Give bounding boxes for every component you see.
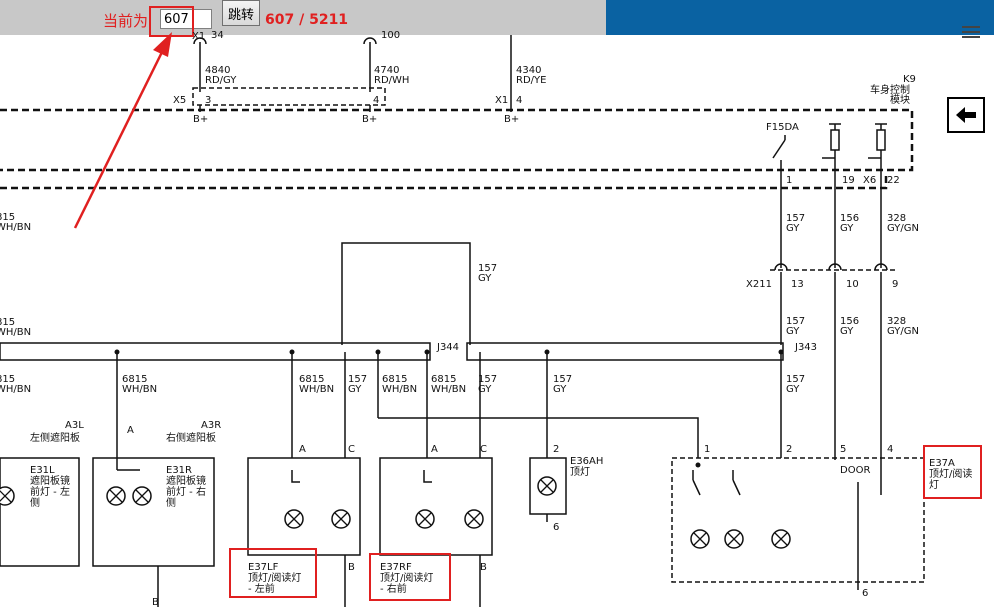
e37a-l1: 顶灯/阅读 bbox=[929, 467, 972, 480]
e37lf-id: E37LF bbox=[248, 562, 279, 573]
x211-label: X211 bbox=[746, 279, 772, 290]
pin-6-b: 6 bbox=[862, 588, 868, 599]
pin-b-3: B bbox=[152, 597, 159, 607]
x211-pin10: 10 bbox=[846, 279, 859, 290]
pin-5-b: 5 bbox=[840, 444, 846, 455]
lw-3-color: WH/BN bbox=[382, 384, 417, 395]
x5-label: X5 bbox=[173, 95, 186, 106]
e37rf-l1: 顶灯/阅读灯 bbox=[380, 571, 433, 584]
x211-pin9: 9 bbox=[892, 279, 898, 290]
bplus-label-2: B+ bbox=[362, 114, 377, 125]
e37a-l2: 灯 bbox=[929, 479, 939, 491]
pin-2-b: 2 bbox=[786, 444, 792, 455]
wire-gy-c: GY bbox=[786, 326, 800, 337]
annotation-arrow bbox=[73, 32, 172, 229]
lw-6-color: GY bbox=[553, 384, 567, 395]
lw-1-color: WH/BN bbox=[299, 384, 334, 395]
pin-b-1: B bbox=[348, 562, 355, 573]
a3r-id: A3R bbox=[201, 420, 221, 431]
lw-4-color: WH/BN bbox=[431, 384, 466, 395]
e37lf-l2: - 左前 bbox=[248, 582, 275, 595]
pin-100-label: 100 bbox=[381, 30, 400, 41]
center-wire-color: GY bbox=[478, 273, 492, 284]
bcm-pin1: 1 bbox=[786, 175, 792, 186]
e31r-l3: 侧 bbox=[166, 496, 176, 509]
j344-label: J344 bbox=[436, 342, 459, 353]
lw-5-color: GY bbox=[478, 384, 492, 395]
wire-gy-a: GY bbox=[786, 223, 800, 234]
e31r-l1: 遮阳板镜 bbox=[166, 474, 206, 487]
bcm-id: K9 bbox=[903, 74, 916, 85]
lw-2-color: GY bbox=[348, 384, 362, 395]
bcm-x6: X6 bbox=[863, 175, 876, 186]
pin-34-label: 34 bbox=[211, 30, 224, 41]
e37rf-id: E37RF bbox=[380, 562, 412, 573]
wire-gygn-b: GY/GN bbox=[887, 326, 919, 337]
wire-gy-b: GY bbox=[840, 223, 854, 234]
x1-pin4: 4 bbox=[516, 95, 522, 106]
e36ah-id: E36AH bbox=[570, 456, 603, 467]
x211-pin13: 13 bbox=[791, 279, 804, 290]
e37rf-l2: - 右前 bbox=[380, 582, 407, 595]
pin-b-2: B bbox=[480, 562, 487, 573]
x5-pin4: 4 bbox=[373, 95, 379, 106]
x1-top-label: X1 bbox=[192, 31, 205, 42]
pin-2-a: 2 bbox=[553, 444, 559, 455]
a3l-id: A3L bbox=[65, 420, 84, 431]
e31l-l1: 遮阳板镜 bbox=[30, 474, 70, 487]
bcm-name-2: 模块 bbox=[890, 94, 910, 106]
wire-color-rdwh: RD/WH bbox=[374, 75, 409, 86]
door-label: DOOR bbox=[840, 465, 870, 476]
e37lf-l1: 顶灯/阅读灯 bbox=[248, 571, 301, 584]
x5-pin3: 3 bbox=[205, 95, 211, 106]
e31l-l2: 前灯 - 左 bbox=[30, 485, 70, 498]
bplus-label-1: B+ bbox=[193, 114, 208, 125]
pin-6-a: 6 bbox=[553, 522, 559, 533]
a3l-name: 左侧遮阳板 bbox=[30, 431, 80, 444]
pin-c-1: C bbox=[348, 444, 355, 455]
a3r-name: 右侧遮阳板 bbox=[166, 431, 216, 444]
wire-color-rdye: RD/YE bbox=[516, 75, 546, 86]
e37a-id: E37A bbox=[929, 458, 955, 469]
e31l-l3: 侧 bbox=[30, 496, 40, 509]
bcm-pin22: 22 bbox=[887, 175, 900, 186]
e31r-id: E31R bbox=[166, 465, 192, 476]
pin-a-1: A bbox=[127, 425, 134, 436]
wiring-diagram: X1 34 100 4840 RD/GY 4740 RD/WH 4340 RD/… bbox=[0, 30, 982, 607]
wire-color-rdgy: RD/GY bbox=[205, 75, 237, 86]
wire-gy-d: GY bbox=[840, 326, 854, 337]
pin-4-b: 4 bbox=[887, 444, 893, 455]
pin-1-b: 1 bbox=[704, 444, 710, 455]
x1-label: X1 bbox=[495, 95, 508, 106]
bplus-label-3: B+ bbox=[504, 114, 519, 125]
pin-a-3: A bbox=[431, 444, 438, 455]
lw-0-color: WH/BN bbox=[122, 384, 157, 395]
bcm-pin19: 19 bbox=[842, 175, 855, 186]
left-wire-3-color: WH/BN bbox=[0, 384, 31, 395]
e31l-id: E31L bbox=[30, 465, 55, 476]
left-wire-2-color: WH/BN bbox=[0, 327, 31, 338]
fuse-label: F15DA bbox=[766, 122, 799, 133]
e31r-l2: 前灯 - 右 bbox=[166, 485, 206, 498]
lw-7-color: GY bbox=[786, 384, 800, 395]
wire-gygn-a: GY/GN bbox=[887, 223, 919, 234]
pin-c-2: C bbox=[480, 444, 487, 455]
pin-a-2: A bbox=[299, 444, 306, 455]
j343-label: J343 bbox=[794, 342, 817, 353]
e36ah-name: 顶灯 bbox=[570, 466, 590, 478]
left-wire-1-color: WH/BN bbox=[0, 222, 31, 233]
